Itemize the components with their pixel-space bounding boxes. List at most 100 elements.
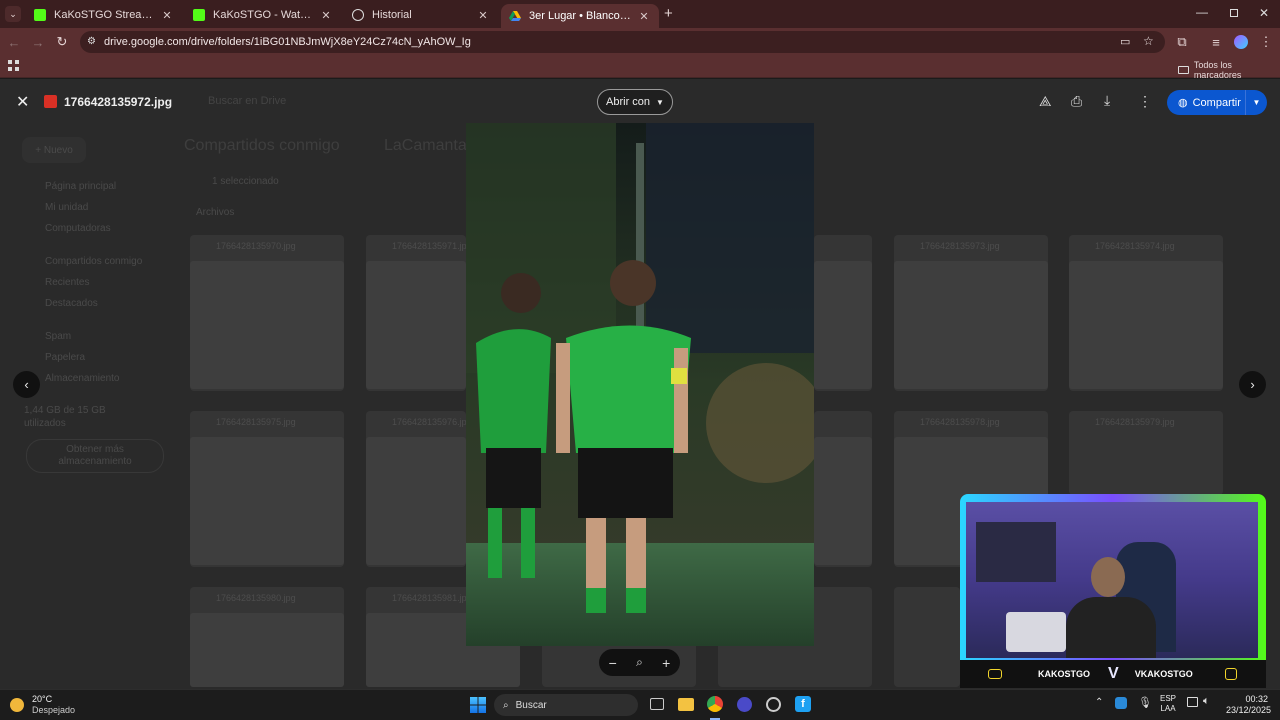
file-card (814, 235, 872, 391)
chrome-icon[interactable] (707, 696, 723, 712)
close-window-button[interactable]: ✕ (1259, 6, 1269, 20)
zoom-out-icon[interactable]: − (609, 655, 617, 671)
address-bar[interactable]: ⚙ drive.google.com/drive/folders/1iBG01N… (80, 31, 1165, 53)
back-button[interactable]: ← (2, 28, 26, 56)
sidebar-item: Spam (45, 331, 72, 342)
bookmark-star-icon[interactable]: ☆ (1143, 34, 1154, 48)
dropdown-arrow-icon: ▼ (656, 97, 664, 107)
folder-icon (1178, 66, 1189, 74)
viewer-image (466, 123, 814, 646)
file-card: 1766428135980.jpg (190, 587, 344, 687)
minimize-window-button[interactable]: — (1196, 5, 1210, 19)
kick-icon (193, 9, 205, 21)
file-card (894, 587, 960, 687)
sidebar-item: Mi unidad (45, 202, 89, 213)
weather-widget[interactable]: 20°C Despejado (10, 694, 75, 716)
close-tab-icon[interactable]: ✕ (637, 10, 651, 23)
bookmarks-bar: Todos los marcadores (0, 56, 1280, 80)
task-view-icon[interactable] (650, 698, 664, 710)
open-with-button[interactable]: Abrir con ▼ (597, 89, 673, 115)
tab-drive-active[interactable]: 3er Lugar • Blanco V/S Verde - ✕ (501, 4, 659, 28)
image-file-icon (44, 95, 57, 108)
add-shortcut-icon[interactable]: ⟁ (1039, 93, 1052, 110)
download-icon[interactable]: ⤓ (1104, 92, 1110, 109)
close-tab-icon[interactable]: ✕ (476, 9, 490, 22)
restore-window-button[interactable] (1230, 9, 1238, 17)
taskbar: 20°C Despejado ⌕ Buscar f ⌃ 🎙︎ ESP LAA 🔈… (0, 689, 1280, 720)
storage-button: Obtener más almacenamiento (26, 439, 164, 473)
tab-kick-vod[interactable]: KaKoSTGO - Watch the VOD on ✕ (185, 4, 341, 26)
network-icon[interactable] (1187, 697, 1198, 707)
sidebar-item: Compartidos conmigo (45, 256, 143, 267)
url-text: drive.google.com/drive/folders/1iBG01NBJ… (104, 36, 471, 48)
tab-kick-stream[interactable]: KaKoSTGO Stream - Watch Live ✕ (26, 4, 182, 26)
extensions-icon[interactable]: ⧉ (1170, 28, 1194, 56)
tray-chevron-icon[interactable]: ⌃ (1095, 697, 1103, 708)
close-viewer-icon[interactable]: ✕ (16, 92, 29, 112)
profile-avatar[interactable] (1229, 28, 1253, 56)
search-icon: ⌕ (503, 699, 509, 711)
sidebar-item: Página principal (45, 181, 117, 192)
new-tab-button[interactable]: + (664, 5, 678, 23)
file-explorer-icon[interactable] (678, 698, 694, 711)
file-card: 1766428135973.jpg (894, 235, 1048, 391)
windows-start-icon[interactable] (470, 697, 486, 713)
menu-kebab-icon[interactable]: ⋮ (1254, 28, 1278, 56)
volume-icon[interactable]: 🔈︎ (1203, 695, 1210, 708)
file-card (814, 411, 872, 567)
sidebar-item: Almacenamiento (45, 373, 120, 384)
tab-strip: ⌄ KaKoSTGO Stream - Watch Live ✕ KaKoSTG… (0, 0, 1280, 28)
file-card: 1766428135975.jpg (190, 411, 344, 567)
new-button: + Nuevo (22, 137, 86, 163)
instagram-icon (1224, 668, 1237, 680)
selection-count: 1 seleccionado (212, 176, 279, 187)
weather-desc: Despejado (32, 705, 76, 715)
all-bookmarks-button[interactable]: Todos los marcadores (1178, 60, 1280, 80)
app-icon-notification[interactable] (766, 697, 781, 712)
viewer-header: ✕ 1766428135972.jpg Abrir con ▼ ⟁ ⎙ ⤓ ⋮ … (0, 79, 1280, 125)
zoom-controls: − ⌕ + (599, 649, 680, 676)
print-icon[interactable]: ⎙ (1071, 93, 1082, 110)
storage-text: 1,44 GB de 15 GB utilizados (24, 405, 106, 429)
install-app-icon[interactable]: ▭ (1120, 35, 1130, 48)
microphone-icon[interactable]: 🎙︎ (1138, 696, 1152, 709)
file-card: 1766428135976.jpg (366, 411, 472, 567)
tab-groups-icon[interactable]: ≡ (1204, 28, 1228, 56)
close-tab-icon[interactable]: ✕ (319, 9, 333, 22)
file-card: 1766428135971.jpg (366, 235, 472, 391)
viewer-filename: 1766428135972.jpg (64, 95, 173, 109)
language-indicator[interactable]: ESP LAA (1160, 694, 1176, 714)
taskbar-search[interactable]: ⌕ Buscar (494, 694, 638, 716)
tab-history[interactable]: Historial ✕ (344, 4, 498, 26)
reload-button[interactable]: ↻ (50, 28, 74, 56)
globe-icon: ◍ (1178, 97, 1188, 109)
next-image-button[interactable]: › (1239, 371, 1266, 398)
file-card: 1766428135970.jpg (190, 235, 344, 391)
previous-image-button[interactable]: ‹ (13, 371, 40, 398)
share-dropdown-icon[interactable]: ▼ (1245, 90, 1267, 115)
app-icon[interactable] (737, 697, 752, 712)
more-options-icon[interactable]: ⋮ (1138, 93, 1152, 110)
zoom-icon[interactable]: ⌕ (636, 655, 643, 670)
close-tab-icon[interactable]: ✕ (160, 9, 174, 22)
sidebar-item: Recientes (45, 277, 90, 288)
toolbar: ← → ↻ ⚙ drive.google.com/drive/folders/1… (0, 28, 1280, 56)
file-card: 1766428135979.jpg (1069, 411, 1223, 495)
history-icon (352, 9, 364, 21)
apps-grid-icon[interactable] (8, 60, 19, 71)
forward-button[interactable]: → (26, 28, 50, 56)
sidebar-item: Papelera (45, 352, 86, 363)
clock[interactable]: 00:32 23/12/2025 (1226, 694, 1271, 716)
file-card: 1766428135974.jpg (1069, 235, 1223, 391)
facebook-icon[interactable]: f (795, 696, 811, 712)
breadcrumb-folder: LaCamanta (384, 137, 467, 154)
kick-icon (34, 9, 46, 21)
tab-search-button[interactable]: ⌄ (5, 6, 21, 22)
drive-icon (509, 10, 521, 22)
site-info-icon[interactable]: ⚙ (87, 36, 96, 47)
youtube-icon (988, 669, 1002, 679)
webcam-overlay: KAKOSTGO V VKAKOSTGO (960, 494, 1266, 688)
share-button[interactable]: ◍ Compartir ▼ (1167, 90, 1267, 115)
zoom-in-icon[interactable]: + (662, 655, 670, 671)
tray-app-icon[interactable] (1115, 697, 1127, 709)
